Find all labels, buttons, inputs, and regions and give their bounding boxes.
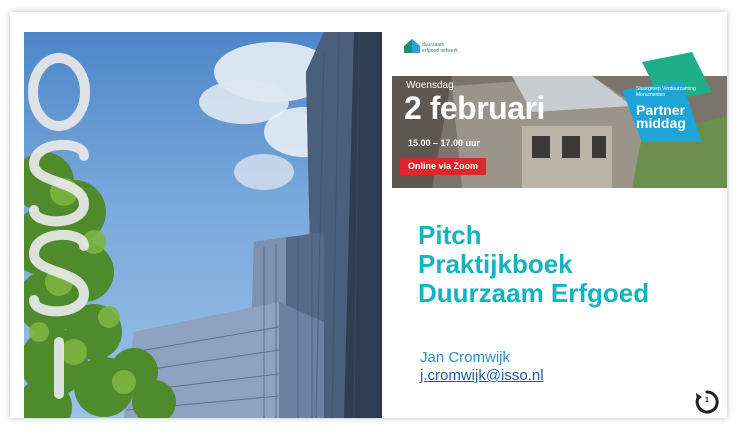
zoom-badge: Online via Zoom <box>400 158 486 175</box>
title-line: Pitch <box>418 220 482 250</box>
slide-title: Pitch Praktijkboek Duurzaam Erfgoed <box>418 221 718 308</box>
isso-logo <box>28 53 90 399</box>
author-email-link[interactable]: j.cromwijk@isso.nl <box>420 367 544 385</box>
banner-logo-text: duurzaam erfgoed netwerk <box>422 42 458 54</box>
banner-time: 15.00 – 17.00 uur <box>408 138 481 148</box>
banner-date: 2 februari <box>404 90 545 126</box>
skyscraper-photo <box>24 32 382 418</box>
slide: duurzaam erfgoed netwerk Woensdag 2 febr… <box>10 12 727 418</box>
title-line: Duurzaam Erfgoed <box>418 278 650 308</box>
partner-title-line-2: middag <box>636 115 686 131</box>
event-banner: duurzaam erfgoed netwerk Woensdag 2 febr… <box>392 32 727 188</box>
house-icon <box>404 39 420 53</box>
partner-subtitle: Stuurgroep Verduurzaming Monumenten <box>636 86 696 98</box>
partner-title: Partner middag <box>636 103 686 131</box>
title-line: Praktijkboek <box>418 249 573 279</box>
author-name: Jan Cromwijk <box>420 349 511 366</box>
page-number: 1 <box>705 397 709 404</box>
